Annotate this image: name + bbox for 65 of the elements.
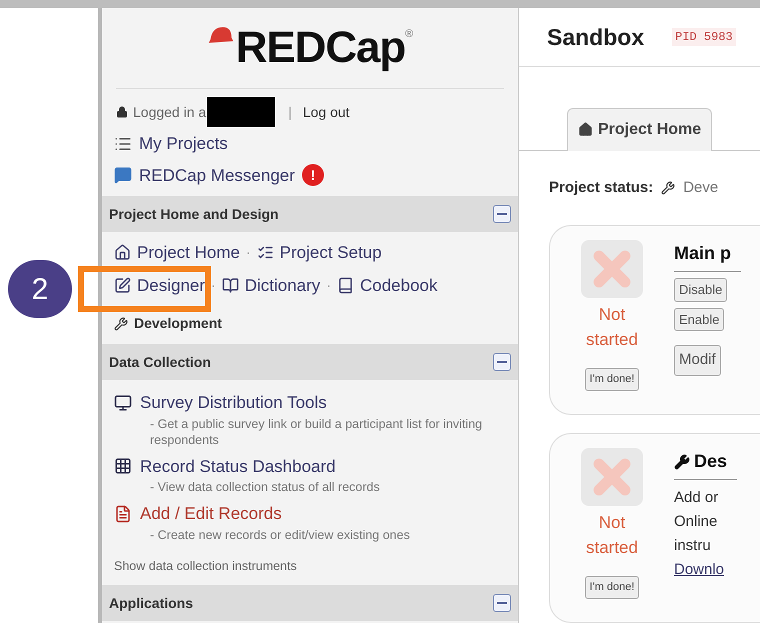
nav-link[interactable]: My Projects [139, 131, 228, 156]
show-instruments-link[interactable]: Show data collection instruments [114, 556, 297, 576]
action-button[interactable]: Modif [674, 345, 721, 376]
collapse-button[interactable] [493, 205, 511, 223]
link-description: - Get a public survey link or build a participant list for inviting respondents [149, 416, 484, 448]
dot-separator: · [246, 243, 251, 262]
nav-link[interactable]: Designer [137, 272, 206, 298]
card-heading: Main p [674, 242, 731, 265]
link-description: - View data collection status of all records [149, 479, 381, 495]
nav-link[interactable]: Dictionary [244, 272, 320, 298]
dot-separator: · [326, 276, 331, 295]
project-title: Sandbox [547, 22, 644, 52]
redaction-block [207, 97, 276, 127]
download-link[interactable]: Downlo [674, 558, 724, 582]
section-title: Project Home and Design [109, 204, 279, 224]
logo-text: REDCap [236, 26, 406, 70]
card-heading: Des [694, 450, 728, 473]
nav-link[interactable]: Codebook [360, 272, 438, 298]
designer-icon [114, 276, 131, 294]
description-line: Online [674, 512, 718, 532]
home-icon [114, 244, 131, 262]
wrench-icon [674, 454, 690, 470]
collapse-button[interactable] [493, 594, 511, 612]
section-title: Data Collection [109, 352, 211, 372]
status-value: Deve [683, 178, 718, 198]
section-title: Applications [109, 594, 194, 613]
grid-icon [114, 457, 132, 476]
tab[interactable]: Project Home [567, 108, 712, 150]
status-label: Project status: [549, 178, 654, 198]
nav-link[interactable]: Add / Edit Records [140, 501, 282, 526]
lock-icon [116, 106, 128, 118]
home-icon [578, 122, 593, 137]
nav-link[interactable]: Project Setup [280, 240, 382, 266]
wrench-icon [114, 316, 128, 330]
alert-badge: ! [302, 164, 324, 186]
monitor-icon [114, 394, 132, 412]
dot-separator: · [211, 276, 216, 295]
step-status: Not started [585, 512, 639, 559]
project-id: PID 5983 [672, 28, 736, 46]
codebook-icon [336, 276, 354, 294]
logout-link[interactable]: Log out [302, 102, 350, 122]
nav-link[interactable]: Project Home [137, 240, 240, 266]
cap-icon [206, 24, 235, 46]
collapse-button[interactable] [493, 353, 511, 371]
done-button[interactable]: I'm done! [584, 576, 640, 598]
wrench-icon [661, 180, 676, 195]
divider-text: | [288, 102, 292, 122]
not-started-icon [581, 448, 643, 506]
document-icon [114, 504, 132, 523]
description-line: Add or [674, 488, 720, 508]
done-button[interactable]: I'm done! [584, 368, 640, 390]
not-started-icon [581, 240, 643, 298]
registered-mark: ® [405, 27, 414, 42]
login-status: Logged in a [133, 102, 206, 122]
action-button[interactable]: Enable [674, 308, 724, 331]
nav-link[interactable]: REDCap Messenger [139, 162, 295, 188]
step-status: Not started [585, 304, 639, 351]
nav-link[interactable]: Survey Distribution Tools [140, 390, 327, 416]
action-button[interactable]: Disable [674, 278, 728, 302]
nav-link[interactable]: Record Status Dashboard [140, 454, 336, 479]
dictionary-icon [222, 276, 239, 294]
chat-icon [114, 166, 132, 184]
link-description: - Create new records or edit/view existing ones [149, 526, 411, 542]
project-status: Development [134, 314, 222, 333]
description-line: instru [674, 536, 712, 556]
